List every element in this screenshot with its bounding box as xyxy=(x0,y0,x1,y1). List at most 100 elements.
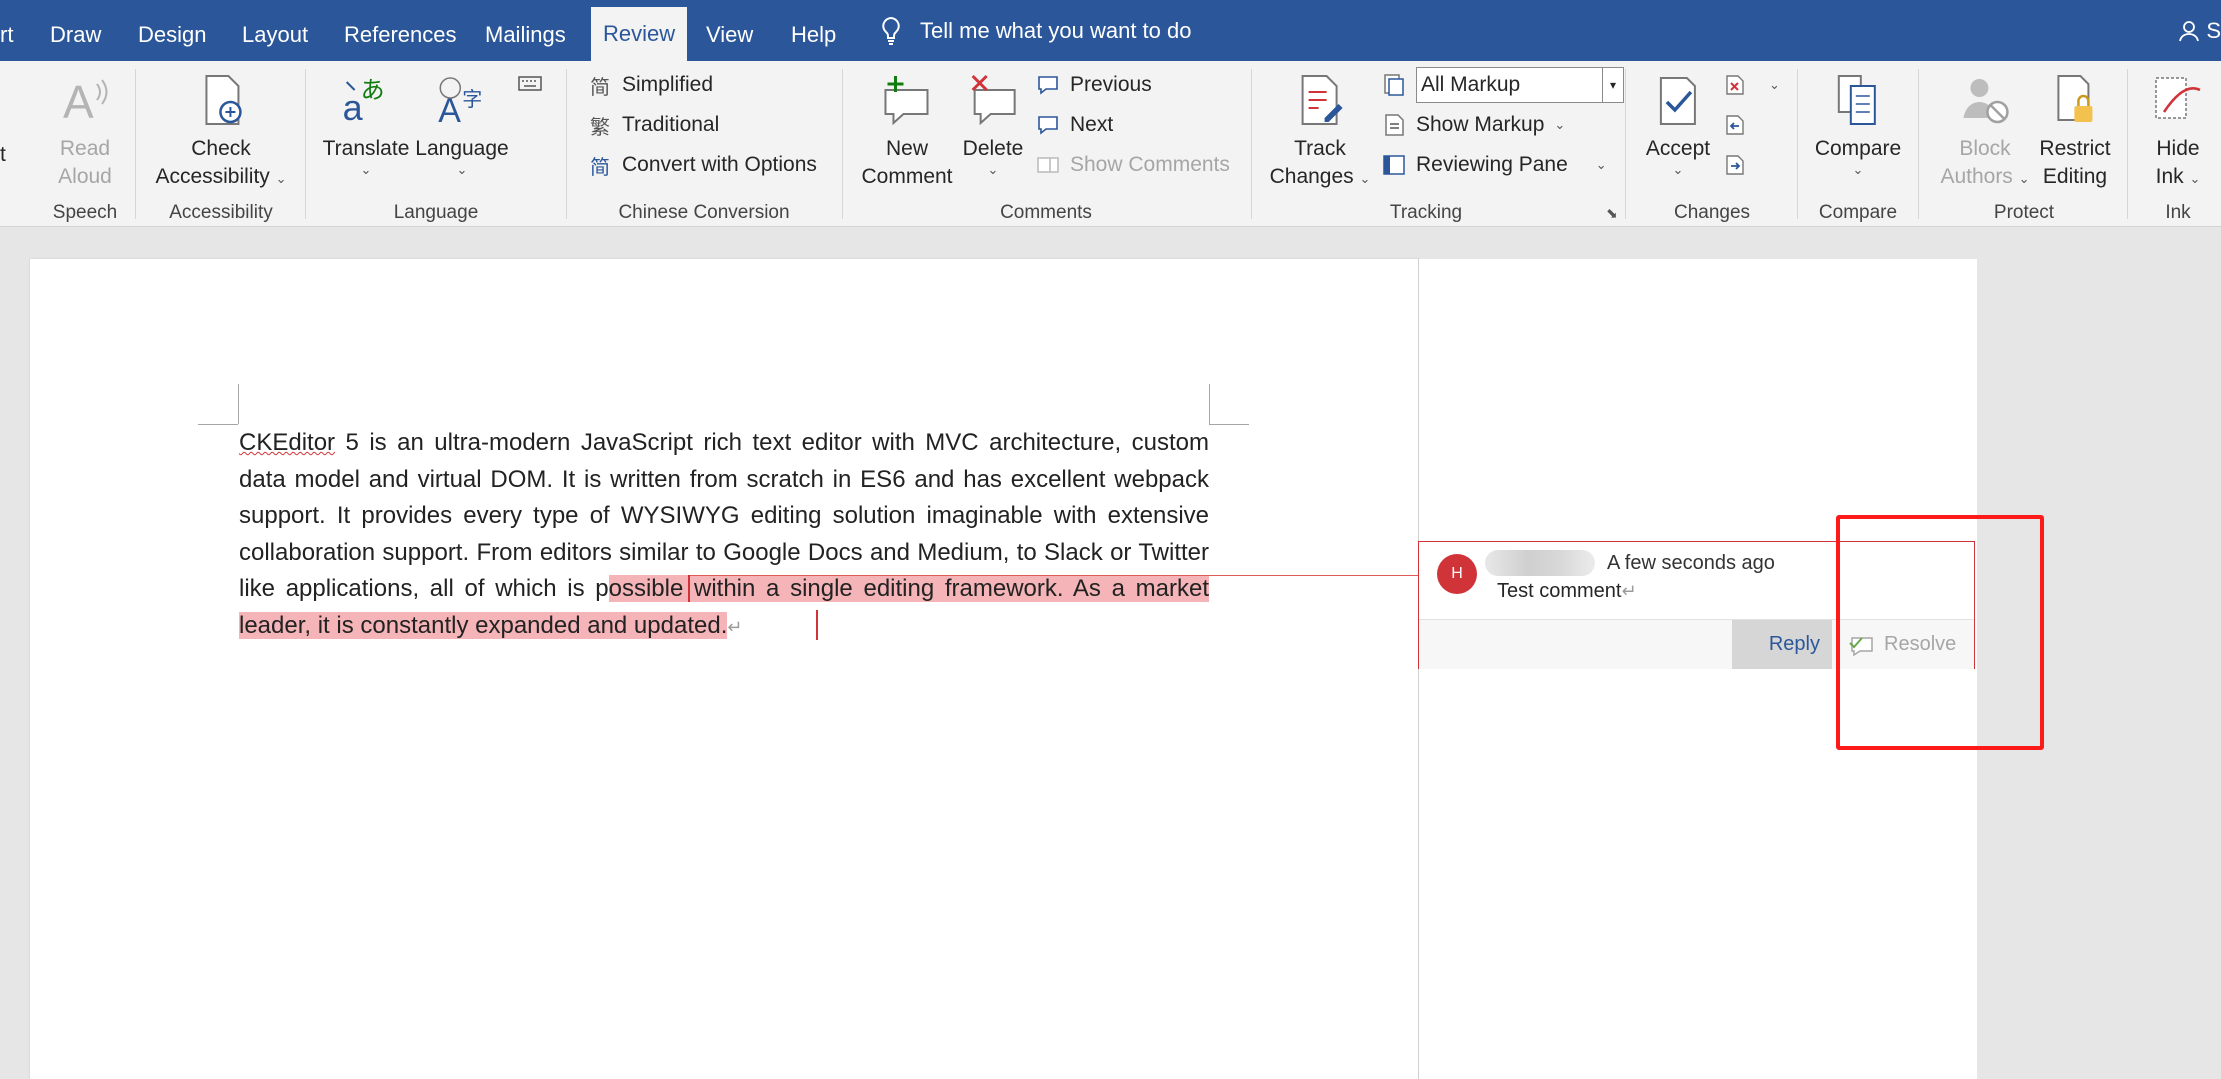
block-authors-label-2: Authors xyxy=(1940,165,2013,188)
block-authors-label-1: Block xyxy=(1959,137,2011,160)
new-comment-button[interactable]: New Comment xyxy=(861,71,953,191)
reviewing-pane-icon xyxy=(1382,153,1406,177)
language-button[interactable]: A 字 Language ⌄ xyxy=(415,71,509,177)
chevron-down-icon: ⌄ xyxy=(987,162,999,177)
read-aloud-button[interactable]: A Read Aloud xyxy=(56,71,114,191)
tab-draw[interactable]: Draw xyxy=(50,0,101,61)
ime-settings-button[interactable] xyxy=(518,71,542,95)
markup-dropdown-value: All Markup xyxy=(1421,73,1521,96)
hide-ink-button[interactable]: Hide Ink ⌄ xyxy=(2149,71,2207,191)
read-aloud-label-1: Read xyxy=(59,137,111,160)
convert-with-options-button[interactable]: 简 Convert with Options xyxy=(588,153,817,179)
tab-review[interactable]: Review xyxy=(591,7,688,61)
track-changes-label-2-row: Changes ⌄ xyxy=(1270,163,1371,191)
tracking-options-launcher-icon[interactable]: ⬊ xyxy=(1606,205,1618,222)
check-accessibility-button[interactable]: Check Accessibility ⌄ xyxy=(155,71,287,191)
dropdown-arrow-icon[interactable]: ▾ xyxy=(1602,68,1623,102)
display-for-review-icon xyxy=(1382,73,1406,97)
annotation-highlight-box xyxy=(1836,515,2044,750)
next-label: Next xyxy=(1070,113,1114,136)
reviewing-pane-button[interactable]: Reviewing Pane ⌄ xyxy=(1382,153,1607,177)
show-markup-label: Show Markup xyxy=(1416,113,1545,136)
ribbon-divider xyxy=(2127,69,2128,219)
group-label-changes: Changes xyxy=(1673,202,1751,223)
check-accessibility-label-2: Accessibility xyxy=(155,165,270,188)
document-body-text[interactable]: CKEditor 5 is an ultra-modern JavaScript… xyxy=(239,425,1209,646)
traditional-chinese-icon: 繁 xyxy=(590,116,610,139)
track-changes-button[interactable]: Track Changes ⌄ xyxy=(1270,71,1371,191)
accept-button[interactable]: Accept ⌄ xyxy=(1646,71,1710,177)
ribbon-tab-bar: rt Draw Design Layout References Mailing… xyxy=(0,0,2221,61)
markup-dropdown[interactable]: All Markup ▾ xyxy=(1416,67,1624,103)
tab-mailings[interactable]: Mailings xyxy=(485,0,566,61)
ribbon-divider xyxy=(1625,69,1626,219)
simplified-label: Simplified xyxy=(622,73,714,96)
show-comments-button[interactable]: Show Comments xyxy=(1036,153,1230,177)
reviewing-pane-label: Reviewing Pane xyxy=(1416,153,1568,176)
compare-button[interactable]: Compare ⌄ xyxy=(1815,71,1901,177)
reply-button[interactable]: Reply xyxy=(1732,620,1832,669)
track-changes-icon xyxy=(1291,71,1349,129)
convert-with-options-label: Convert with Options xyxy=(622,153,817,176)
tab-insert-partial[interactable]: rt xyxy=(0,0,13,61)
language-icon: A 字 xyxy=(433,71,491,129)
simplified-button[interactable]: 简 Simplified xyxy=(588,73,714,99)
paragraph-mark: ↵ xyxy=(1621,581,1637,601)
crop-mark xyxy=(1209,424,1249,425)
block-authors-label-2-row: Authors ⌄ xyxy=(1940,163,2029,191)
ribbon-divider xyxy=(305,69,306,219)
tab-view[interactable]: View xyxy=(706,0,753,61)
previous-comment-icon xyxy=(1036,73,1060,97)
show-markup-button[interactable]: Show Markup ⌄ xyxy=(1382,113,1565,137)
account-area[interactable]: S xyxy=(2178,0,2221,61)
next-change-button[interactable] xyxy=(1723,153,1747,177)
previous-comment-button[interactable]: Previous xyxy=(1036,73,1152,97)
group-label-protect: Protect xyxy=(1993,202,2055,223)
next-comment-button[interactable]: Next xyxy=(1036,113,1113,137)
restrict-editing-icon xyxy=(2046,71,2104,129)
chevron-down-icon: ⌄ xyxy=(1672,162,1684,177)
delete-comment-button[interactable]: Delete ⌄ xyxy=(963,71,1023,177)
restrict-editing-label-2: Editing xyxy=(2042,165,2108,188)
restrict-editing-button[interactable]: Restrict Editing xyxy=(2039,71,2111,191)
lightbulb-icon xyxy=(882,16,900,45)
crop-mark xyxy=(198,424,238,425)
compare-documents-icon xyxy=(1829,71,1887,129)
comment-body[interactable]: Test comment↵ xyxy=(1497,580,1637,603)
hide-ink-label-1: Hide xyxy=(2156,137,2200,160)
markup-display-selector[interactable]: All Markup ▾ xyxy=(1382,67,1624,103)
next-change-icon xyxy=(1723,153,1747,177)
reject-change-icon xyxy=(1723,73,1747,97)
misspelled-word[interactable]: CKEditor xyxy=(239,429,335,456)
reject-button[interactable]: ⌄ xyxy=(1723,73,1780,97)
author-name-redacted xyxy=(1485,550,1595,576)
document-page[interactable] xyxy=(30,259,1419,1079)
hide-ink-label-2-row: Ink ⌄ xyxy=(2156,163,2201,191)
tab-references[interactable]: References xyxy=(344,0,457,61)
crop-mark xyxy=(238,384,239,424)
review-ribbon: t A Read Aloud Speech Check Accessibilit… xyxy=(0,61,2221,227)
traditional-label: Traditional xyxy=(622,113,720,136)
ribbon-divider xyxy=(566,69,567,219)
delete-comment-icon xyxy=(964,71,1022,129)
chevron-down-icon: ⌄ xyxy=(1852,162,1864,177)
new-comment-icon xyxy=(878,71,936,129)
tab-layout[interactable]: Layout xyxy=(242,0,308,61)
chevron-down-icon: ⌄ xyxy=(1595,157,1607,172)
tab-design[interactable]: Design xyxy=(138,0,206,61)
translate-button[interactable]: a あ Translate ⌄ xyxy=(323,71,410,177)
tab-help[interactable]: Help xyxy=(791,0,836,61)
group-label-ink: Ink xyxy=(2165,202,2191,223)
tell-me-search[interactable]: Tell me what you want to do xyxy=(880,0,1191,61)
traditional-button[interactable]: 繁 Traditional xyxy=(588,113,720,139)
block-authors-button[interactable]: Block Authors ⌄ xyxy=(1940,71,2030,191)
ribbon-divider xyxy=(1797,69,1798,219)
group-label-compare: Compare xyxy=(1818,202,1898,223)
previous-change-button[interactable] xyxy=(1723,113,1747,137)
chevron-down-icon: ⌄ xyxy=(360,162,372,177)
show-comments-icon xyxy=(1036,153,1060,177)
group-label-speech: Speech xyxy=(52,202,118,223)
comment-connector-line xyxy=(688,575,1418,576)
read-aloud-icon: A xyxy=(56,71,114,129)
crop-mark xyxy=(1209,384,1210,424)
